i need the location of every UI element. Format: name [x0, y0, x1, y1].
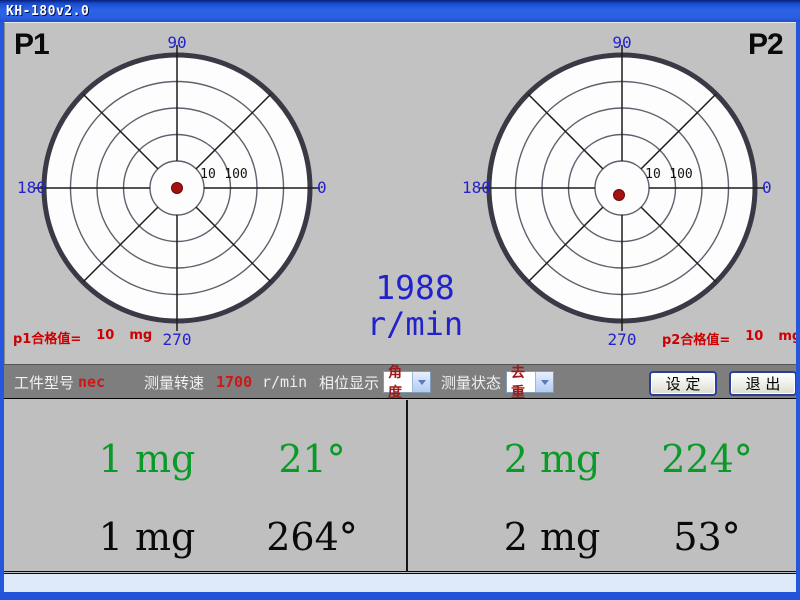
- measure-status-label: 测量状态: [441, 372, 501, 393]
- p1-correction1-angle: 21°: [278, 437, 345, 481]
- status-bar: [4, 573, 796, 593]
- p1-correction2-angle: 264°: [266, 515, 358, 559]
- window-border-right: [796, 22, 800, 600]
- speed-readout: 1988 r/min: [335, 270, 495, 342]
- p1-tolerance-unit: mg: [129, 328, 152, 347]
- measure-speed-unit: r/min: [262, 373, 307, 391]
- toolbar: 工件型号 nec 测量转速 1700 r/min 相位显示 角度 测量状态 去重…: [4, 364, 796, 399]
- scale-10-label: 10: [200, 167, 216, 182]
- p2-tolerance-value: 10: [745, 329, 763, 348]
- deg-180-label: 180: [462, 178, 491, 197]
- measure-status-selected: 去重: [507, 362, 535, 402]
- p1-correction2-amount: 1 mg: [99, 515, 196, 559]
- p2-tolerance-label: p2合格值=: [662, 329, 730, 348]
- p2-correction2-amount: 2 mg: [504, 515, 601, 559]
- deg-0-label: 0: [762, 178, 772, 197]
- measure-speed-label: 测量转速: [144, 372, 204, 393]
- imbalance-point: [172, 183, 183, 194]
- p1-tolerance-value: 10: [96, 328, 114, 347]
- part-type-value: nec: [78, 373, 105, 391]
- window-border-bottom: [0, 592, 800, 600]
- p2-correction2-angle: 53°: [673, 515, 740, 559]
- chart-p2-label: P2: [748, 28, 783, 62]
- scale-10-label: 10: [645, 167, 661, 182]
- imbalance-point: [614, 190, 625, 201]
- p1-tolerance: p1合格值= 10 mg: [13, 328, 152, 347]
- status-dropdown-button[interactable]: [535, 372, 553, 392]
- scale-100-label: 100: [224, 167, 247, 182]
- deg-270-label: 270: [163, 330, 192, 348]
- deg-90-label: 90: [167, 33, 186, 52]
- p2-tolerance: p2合格值= 10 mg: [662, 329, 800, 348]
- p1-correction1-amount: 1 mg: [99, 437, 196, 481]
- set-button[interactable]: 设 定: [649, 371, 717, 396]
- p2-correction1-angle: 224°: [661, 437, 753, 481]
- speed-unit: r/min: [335, 306, 495, 342]
- speed-value: 1988: [335, 270, 495, 306]
- deg-270-label: 270: [608, 330, 637, 348]
- phase-display-selected: 角度: [384, 362, 412, 402]
- measure-speed-value: 1700: [216, 373, 252, 391]
- p1-tolerance-label: p1合格值=: [13, 328, 81, 347]
- phase-dropdown-button[interactable]: [412, 372, 430, 392]
- phase-display-select[interactable]: 角度: [383, 371, 431, 393]
- chart-p1-label: P1: [14, 28, 49, 62]
- app-window: KH-180v2.0 P1 P2 90 180 0 270 10 100: [0, 0, 800, 600]
- measure-status-select[interactable]: 去重: [506, 371, 554, 393]
- window-border-left: [0, 22, 4, 600]
- chevron-down-icon: [418, 380, 426, 385]
- polar-chart-p1: 90 180 0 270 10 100: [17, 28, 337, 348]
- panel-divider: [406, 400, 408, 572]
- p2-correction1-amount: 2 mg: [504, 437, 601, 481]
- polar-chart-p2: 90 180 0 270 10 100: [462, 28, 782, 348]
- phase-display-label: 相位显示: [319, 372, 379, 393]
- chevron-down-icon: [541, 380, 549, 385]
- part-type-label: 工件型号: [14, 372, 74, 393]
- deg-90-label: 90: [612, 33, 631, 52]
- scale-100-label: 100: [669, 167, 692, 182]
- deg-0-label: 0: [317, 178, 327, 197]
- window-title: KH-180v2.0: [6, 4, 89, 19]
- title-bar[interactable]: KH-180v2.0: [0, 0, 800, 22]
- exit-button[interactable]: 退 出: [729, 371, 797, 396]
- deg-180-label: 180: [17, 178, 46, 197]
